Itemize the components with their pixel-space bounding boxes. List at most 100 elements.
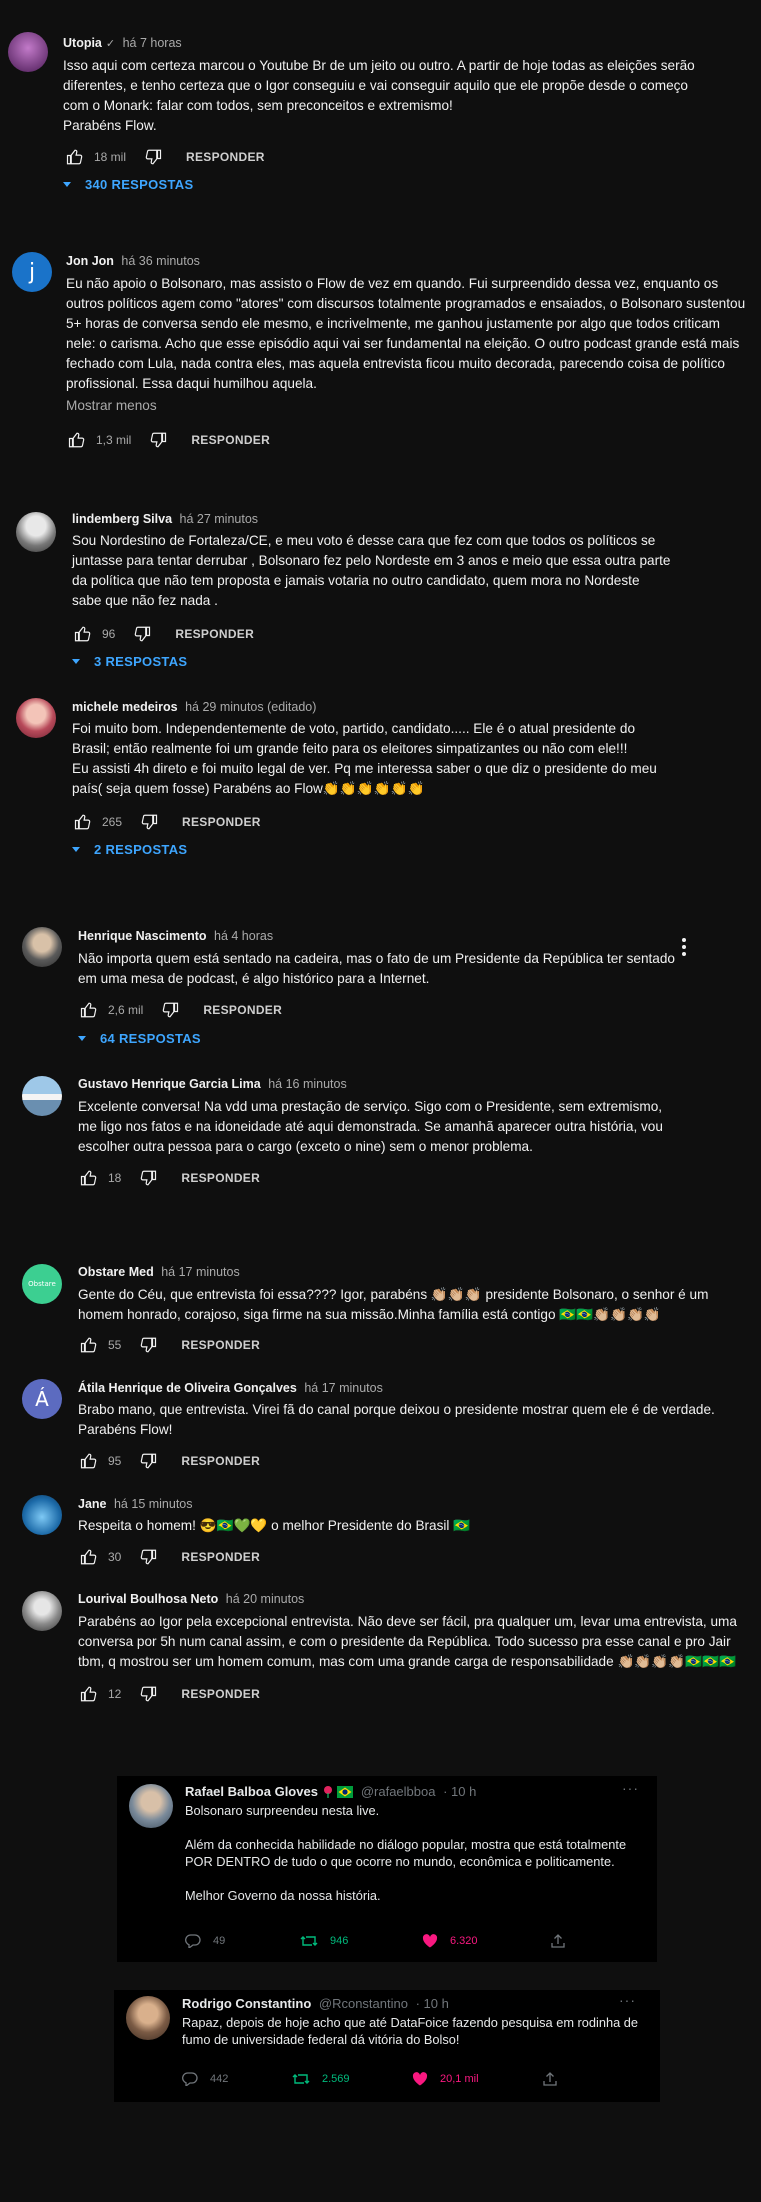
retweet-icon — [300, 1936, 318, 1946]
replies-label: 2 RESPOSTAS — [94, 842, 188, 857]
comment-time[interactable]: há 29 minutos (editado) — [185, 700, 316, 714]
author-name[interactable]: Gustavo Henrique Garcia Lima — [78, 1077, 261, 1091]
reply-button[interactable]: RESPONDER — [186, 150, 265, 164]
more-options-icon[interactable]: ··· — [619, 1992, 636, 2008]
comment-time[interactable]: há 4 horas — [214, 929, 273, 943]
avatar[interactable] — [22, 1076, 62, 1116]
avatar[interactable]: j — [12, 252, 52, 292]
tweet-author-name[interactable]: Rafael Balboa Gloves — [185, 1784, 318, 1799]
avatar[interactable] — [8, 32, 48, 72]
thumbs-down-icon[interactable] — [139, 1336, 157, 1354]
reply-button[interactable]: RESPONDER — [181, 1550, 260, 1564]
view-replies-button[interactable]: 340 RESPOSTAS — [63, 177, 193, 192]
author-name[interactable]: Obstare Med — [78, 1265, 154, 1279]
reply-button[interactable]: RESPONDER — [181, 1454, 260, 1468]
reply-button[interactable]: RESPONDER — [181, 1171, 260, 1185]
thumbs-down-icon[interactable] — [161, 1001, 179, 1019]
reply-button[interactable]: RESPONDER — [181, 1687, 260, 1701]
comment-time[interactable]: há 17 minutos — [304, 1381, 383, 1395]
reply-action[interactable]: 442 — [182, 2072, 228, 2086]
comment-time[interactable]: há 36 minutos — [121, 254, 200, 268]
author-name[interactable]: Jon Jon — [66, 254, 114, 268]
author-name[interactable]: Átila Henrique de Oliveira Gonçalves — [78, 1381, 297, 1395]
author-name[interactable]: Utopia — [63, 36, 102, 50]
author-name[interactable]: Lourival Boulhosa Neto — [78, 1592, 218, 1606]
reply-button[interactable]: RESPONDER — [175, 627, 254, 641]
thumbs-up-icon[interactable] — [80, 1169, 98, 1187]
like-action[interactable]: 20,1 mil — [412, 2072, 479, 2086]
tweet-handle[interactable]: @Rconstantino — [319, 1996, 408, 2011]
thumbs-up-icon[interactable] — [80, 1001, 98, 1019]
avatar[interactable]: Á — [22, 1379, 62, 1419]
like-count: 6.320 — [450, 1935, 478, 1947]
thumbs-down-icon[interactable] — [140, 813, 158, 831]
thumbs-down-icon[interactable] — [139, 1548, 157, 1566]
thumbs-down-icon[interactable] — [139, 1685, 157, 1703]
thumbs-up-icon[interactable] — [80, 1452, 98, 1470]
retweet-action[interactable]: 946 — [300, 1934, 348, 1948]
chevron-down-icon — [72, 847, 80, 852]
thumbs-up-icon[interactable] — [80, 1336, 98, 1354]
avatar[interactable] — [16, 698, 56, 738]
share-action[interactable] — [542, 2072, 570, 2086]
thumbs-down-icon[interactable] — [144, 148, 162, 166]
comment-text: Sou Nordestino de Fortaleza/CE, e meu vo… — [72, 533, 671, 608]
like-count: 55 — [108, 1338, 122, 1352]
comment-time[interactable]: há 15 minutos — [114, 1497, 193, 1511]
avatar[interactable] — [22, 927, 62, 967]
tweet-handle[interactable]: @rafaelbboa — [361, 1784, 436, 1799]
avatar[interactable] — [129, 1784, 173, 1828]
tweet-card[interactable]: Rafael Balboa Gloves @rafaelbboa · 10 h … — [117, 1776, 657, 1962]
retweet-action[interactable]: 2.569 — [292, 2072, 350, 2086]
thumbs-down-icon[interactable] — [139, 1169, 157, 1187]
thumbs-up-icon[interactable] — [74, 625, 92, 643]
comment-header: Henrique Nascimento há 4 horas — [78, 929, 273, 943]
comment-time[interactable]: há 20 minutos — [226, 1592, 305, 1606]
reply-button[interactable]: RESPONDER — [191, 433, 270, 447]
comment-time[interactable]: há 17 minutos — [161, 1265, 240, 1279]
heart-icon — [422, 1934, 438, 1948]
thumbs-up-icon[interactable] — [74, 813, 92, 831]
author-name[interactable]: Jane — [78, 1497, 107, 1511]
thumbs-down-icon[interactable] — [133, 625, 151, 643]
comment-actions: 265 RESPONDER — [74, 812, 261, 832]
view-replies-button[interactable]: 2 RESPOSTAS — [72, 842, 187, 857]
tweet-time[interactable]: · 10 h — [443, 1784, 476, 1799]
share-action[interactable] — [550, 1934, 578, 1948]
retweet-count: 2.569 — [322, 2073, 350, 2085]
comment-text: Parabéns ao Igor pela excepcional entrev… — [78, 1614, 737, 1669]
thumbs-up-icon[interactable] — [80, 1685, 98, 1703]
comment-actions: 30 RESPONDER — [80, 1547, 260, 1567]
thumbs-down-icon[interactable] — [149, 431, 167, 449]
like-count: 1,3 mil — [96, 433, 132, 447]
reply-button[interactable]: RESPONDER — [182, 815, 261, 829]
view-replies-button[interactable]: 3 RESPOSTAS — [72, 654, 187, 669]
avatar[interactable] — [16, 512, 56, 552]
comment-time[interactable]: há 7 horas — [123, 36, 182, 50]
tweet-author-name[interactable]: Rodrigo Constantino — [182, 1996, 311, 2011]
thumbs-up-icon[interactable] — [68, 431, 86, 449]
author-name[interactable]: Henrique Nascimento — [78, 929, 207, 943]
more-options-icon[interactable]: ··· — [622, 1780, 639, 1796]
more-options-icon[interactable] — [682, 938, 686, 956]
show-less-button[interactable]: Mostrar menos — [66, 398, 157, 413]
thumbs-up-icon[interactable] — [66, 148, 84, 166]
view-replies-button[interactable]: 64 RESPOSTAS — [78, 1031, 201, 1046]
comment-time[interactable]: há 27 minutos — [180, 512, 259, 526]
thumbs-up-icon[interactable] — [80, 1548, 98, 1566]
avatar[interactable]: Obstare — [22, 1264, 62, 1304]
avatar[interactable] — [22, 1591, 62, 1631]
author-name[interactable]: michele medeiros — [72, 700, 178, 714]
avatar[interactable] — [126, 1996, 170, 2040]
tweet-card[interactable]: Rodrigo Constantino @Rconstantino · 10 h… — [114, 1990, 660, 2102]
comment-time[interactable]: há 16 minutos — [268, 1077, 347, 1091]
avatar[interactable] — [22, 1495, 62, 1535]
reply-button[interactable]: RESPONDER — [203, 1003, 282, 1017]
like-action[interactable]: 6.320 — [422, 1934, 478, 1948]
reply-button[interactable]: RESPONDER — [181, 1338, 260, 1352]
reply-action[interactable]: 49 — [185, 1934, 225, 1948]
author-name[interactable]: lindemberg Silva — [72, 512, 172, 526]
comment-header: michele medeiros há 29 minutos (editado) — [72, 700, 316, 714]
thumbs-down-icon[interactable] — [139, 1452, 157, 1470]
tweet-time[interactable]: · 10 h — [416, 1996, 449, 2011]
